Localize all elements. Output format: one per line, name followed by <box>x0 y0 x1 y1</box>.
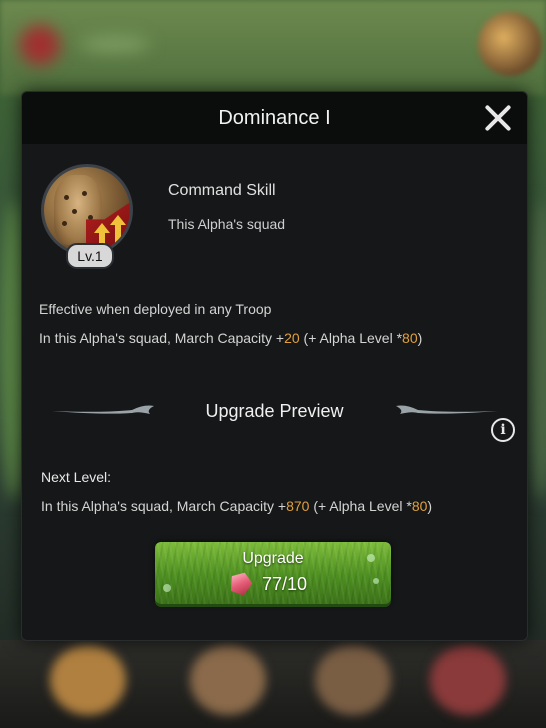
dialog-header: Dominance I <box>22 92 527 144</box>
close-icon[interactable] <box>481 101 515 135</box>
skill-dialog: Dominance I Lv.1 Command Skill This Alph… <box>21 91 528 641</box>
current-effect-text: In this Alpha's squad, March Capacity +2… <box>39 330 423 346</box>
background-text-blob <box>80 35 150 53</box>
upgrade-button-label: Upgrade <box>242 550 304 567</box>
dialog-title: Dominance I <box>218 107 331 129</box>
background-bottom-icon <box>430 645 506 715</box>
skill-type: Command Skill <box>168 182 276 199</box>
right-wing-ornament <box>396 405 498 414</box>
effect-condition: Effective when deployed in any Troop <box>39 301 272 317</box>
upgrade-button[interactable]: Upgrade 77/10 <box>155 542 391 604</box>
current-multiplier: 80 <box>402 330 418 346</box>
next-value: 870 <box>286 498 310 514</box>
background-bottom-icon <box>50 645 126 715</box>
info-icon[interactable]: i <box>491 418 515 442</box>
background-avatar <box>478 12 542 76</box>
background-bottom-icon <box>190 645 266 715</box>
next-level-label: Next Level: <box>41 469 112 485</box>
skill-target: This Alpha's squad <box>168 216 286 232</box>
next-multiplier: 80 <box>411 498 428 514</box>
upgrade-cost: 77/10 <box>262 574 308 594</box>
background-bottom-icon <box>315 645 391 715</box>
skill-level-badge: Lv.1 <box>66 243 114 269</box>
background-right-edge <box>526 200 546 500</box>
current-value: 20 <box>284 330 300 346</box>
background-flag-icon <box>20 25 60 65</box>
next-effect-text: In this Alpha's squad, March Capacity +8… <box>41 498 433 514</box>
